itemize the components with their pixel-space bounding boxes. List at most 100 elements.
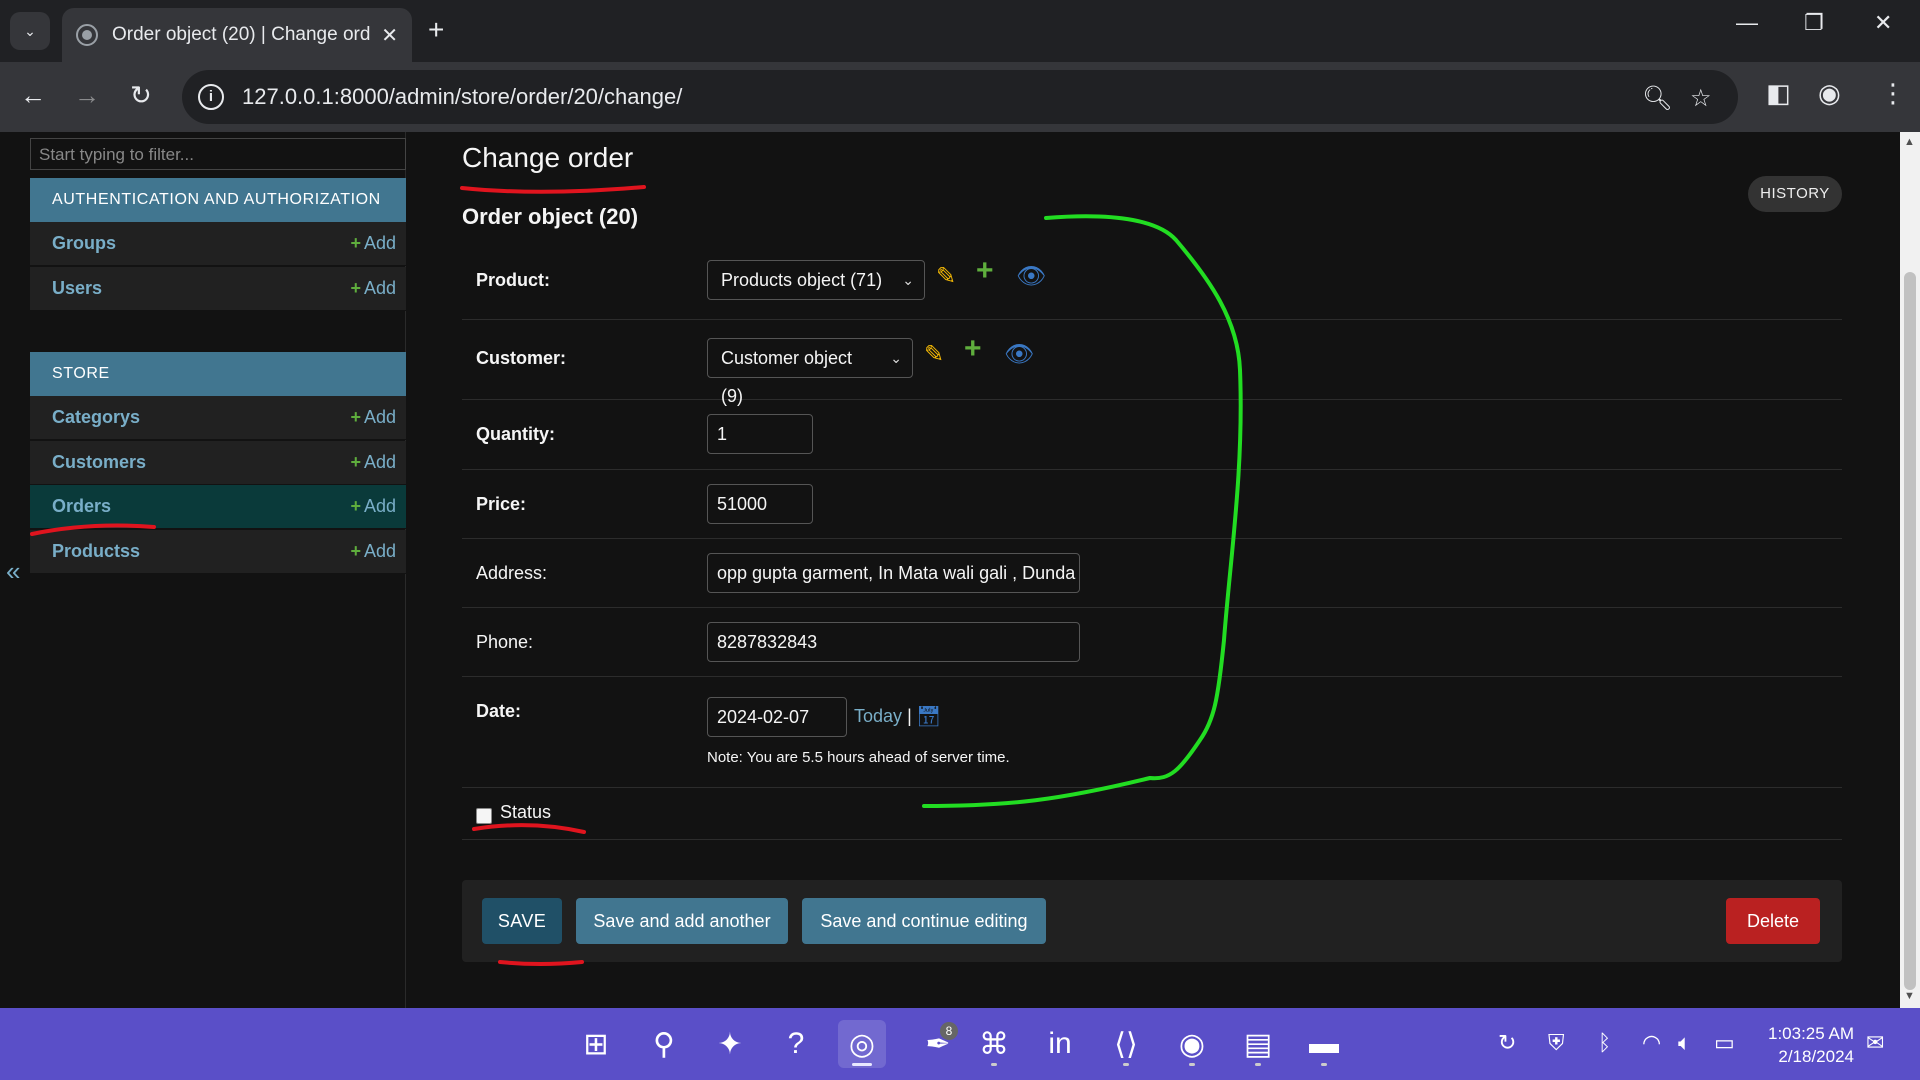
product-select[interactable]: Products object (71) ⌄ (707, 260, 925, 300)
save-button[interactable]: SAVE (482, 898, 562, 944)
sidebar-item-users[interactable]: Users + Add (30, 267, 406, 311)
close-window-icon[interactable]: ✕ (1874, 10, 1892, 36)
add-customers-link[interactable]: + Add (350, 452, 396, 473)
bluetooth-icon[interactable]: ᛒ (1598, 1030, 1611, 1056)
notepad-icon[interactable]: ▤ (1234, 1020, 1282, 1068)
view-eye-icon[interactable]: 👁︎ (1004, 340, 1034, 369)
object-title: Order object (20) (462, 204, 639, 229)
nav-sidebar: Start typing to filter... AUTHENTICATION… (0, 132, 406, 1008)
field-row-date: Date: 2024-02-07 Today | 📅︎ Note: You ar… (462, 677, 1842, 788)
sidebar-item-label[interactable]: Users (52, 278, 102, 299)
collapse-sidebar-icon[interactable]: « (6, 556, 20, 587)
quantity-label: Quantity: (476, 424, 555, 444)
chrome-icon[interactable]: ◉ (1168, 1020, 1216, 1068)
calendar-icon[interactable]: 📅︎ (916, 704, 941, 729)
sidebar-item-orders[interactable]: Orders + Add (30, 485, 406, 529)
today-link[interactable]: Today | (854, 706, 912, 727)
add-plus-icon[interactable]: + (964, 332, 982, 366)
reload-icon[interactable]: ↻ (130, 80, 152, 111)
view-eye-icon[interactable]: 👁︎ (1016, 262, 1046, 291)
add-plus-icon[interactable]: + (976, 254, 994, 288)
add-groups-link[interactable]: + Add (350, 233, 396, 254)
profile-icon[interactable]: ◉ (1818, 78, 1841, 109)
browser-tab[interactable]: Order object (20) | Change orde ✕ (62, 8, 412, 62)
url-path: :8000/admin/store/order/20/change/ (333, 84, 683, 109)
close-icon[interactable]: ✕ (381, 23, 398, 48)
price-input[interactable]: 51000 (707, 484, 813, 524)
pen-app-icon[interactable]: ✒ 8 (914, 1020, 962, 1068)
chrome-profile-icon[interactable]: ◎ (838, 1020, 886, 1068)
status-label[interactable]: Status (500, 802, 551, 823)
customer-select[interactable]: Customer object (9) ⌄ (707, 338, 913, 406)
history-button[interactable]: HISTORY (1748, 176, 1842, 212)
security-warning-icon[interactable]: ⛨ (1548, 1030, 1565, 1056)
github-icon[interactable]: ⌘ (970, 1020, 1018, 1068)
field-row-price: Price: 51000 (462, 470, 1842, 539)
vscode-icon[interactable]: ⟨⟩ (1102, 1020, 1150, 1068)
volume-icon[interactable]: 🔈︎ (1678, 1030, 1691, 1056)
sidebar-item-categorys[interactable]: Categorys + Add (30, 396, 406, 440)
date-label: Date: (476, 701, 522, 721)
restore-icon[interactable]: ❐ (1804, 10, 1824, 36)
tab-search-button[interactable]: ⌄ (10, 12, 50, 50)
status-checkbox[interactable] (476, 808, 492, 824)
sidebar-item-productss[interactable]: Productss + Add (30, 530, 406, 574)
add-productss-link[interactable]: + Add (350, 541, 396, 562)
wifi-icon[interactable]: ◠ (1642, 1030, 1661, 1056)
address-bar[interactable]: i 127.0.0.1:8000/admin/store/order/20/ch… (182, 70, 1738, 124)
minimize-icon[interactable]: — (1736, 10, 1758, 36)
running-indicator (991, 1063, 997, 1066)
field-row-address: Address: opp gupta garment, In Mata wali… (462, 539, 1842, 608)
save-and-continue-button[interactable]: Save and continue editing (802, 898, 1046, 944)
sidebar-item-groups[interactable]: Groups + Add (30, 222, 406, 266)
windows-start-icon[interactable]: ⊞ (572, 1020, 620, 1068)
sidebar-item-label[interactable]: Categorys (52, 407, 140, 428)
bookmark-star-icon[interactable]: ☆ (1690, 84, 1712, 113)
quantity-input[interactable]: 1 (707, 414, 813, 454)
sidebar-item-label[interactable]: Productss (52, 541, 140, 562)
edit-pencil-icon[interactable]: ✎ (924, 340, 944, 369)
scroll-up-icon[interactable]: ▲ (1904, 136, 1915, 148)
address-input[interactable]: opp gupta garment, In Mata wali gali , D… (707, 553, 1080, 593)
add-users-link[interactable]: + Add (350, 278, 396, 299)
field-row-quantity: Quantity: 1 (462, 400, 1842, 470)
module-header-auth[interactable]: AUTHENTICATION AND AUTHORIZATION (30, 178, 406, 222)
scroll-down-icon[interactable]: ▼ (1904, 990, 1915, 1002)
battery-icon[interactable]: ▭ (1714, 1030, 1735, 1056)
chevron-down-icon: ⌄ (24, 22, 36, 39)
new-tab-button[interactable]: + (428, 14, 444, 46)
copilot-icon[interactable]: ✦ (706, 1020, 754, 1068)
delete-button[interactable]: Delete (1726, 898, 1820, 944)
search-icon[interactable]: ⚲ (640, 1020, 688, 1068)
notifications-icon[interactable]: ✉ (1866, 1030, 1884, 1056)
site-info-icon[interactable]: i (198, 84, 224, 110)
phone-input[interactable]: 8287832843 (707, 622, 1080, 662)
sidebar-item-label[interactable]: Orders (52, 496, 111, 517)
add-orders-link[interactable]: + Add (350, 496, 396, 517)
timezone-note: Note: You are 5.5 hours ahead of server … (707, 749, 1010, 766)
linkedin-icon[interactable]: in (1036, 1020, 1084, 1068)
sync-icon[interactable]: ↻ (1498, 1030, 1516, 1056)
sidebar-item-label[interactable]: Groups (52, 233, 116, 254)
back-icon[interactable]: ← (20, 80, 46, 111)
module-header-store[interactable]: STORE (30, 352, 406, 396)
help-icon[interactable]: ? (772, 1020, 820, 1068)
side-panel-icon[interactable]: ◧ (1766, 78, 1791, 109)
forward-icon[interactable]: → (74, 80, 100, 111)
url-text[interactable]: 127.0.0.1:8000/admin/store/order/20/chan… (242, 84, 682, 110)
sidebar-item-customers[interactable]: Customers + Add (30, 441, 406, 485)
save-and-add-another-button[interactable]: Save and add another (576, 898, 788, 944)
address-label: Address: (476, 563, 548, 583)
nav-filter-input[interactable]: Start typing to filter... (30, 138, 406, 170)
sidebar-item-label[interactable]: Customers (52, 452, 146, 473)
system-clock[interactable]: 1:03:25 AM 2/18/2024 (1760, 1022, 1854, 1068)
menu-icon[interactable]: ⋮ (1880, 78, 1906, 109)
date-input[interactable]: 2024-02-07 (707, 697, 847, 737)
zoom-icon[interactable]: 🔍︎ (1642, 84, 1672, 113)
scrollbar-thumb[interactable] (1904, 272, 1916, 990)
edit-pencil-icon[interactable]: ✎ (936, 262, 956, 291)
file-explorer-icon[interactable]: ▬ (1300, 1020, 1348, 1068)
page-scrollbar[interactable]: ▲ ▼ (1900, 132, 1920, 1008)
plus-icon: + (350, 233, 361, 253)
add-categorys-link[interactable]: + Add (350, 407, 396, 428)
